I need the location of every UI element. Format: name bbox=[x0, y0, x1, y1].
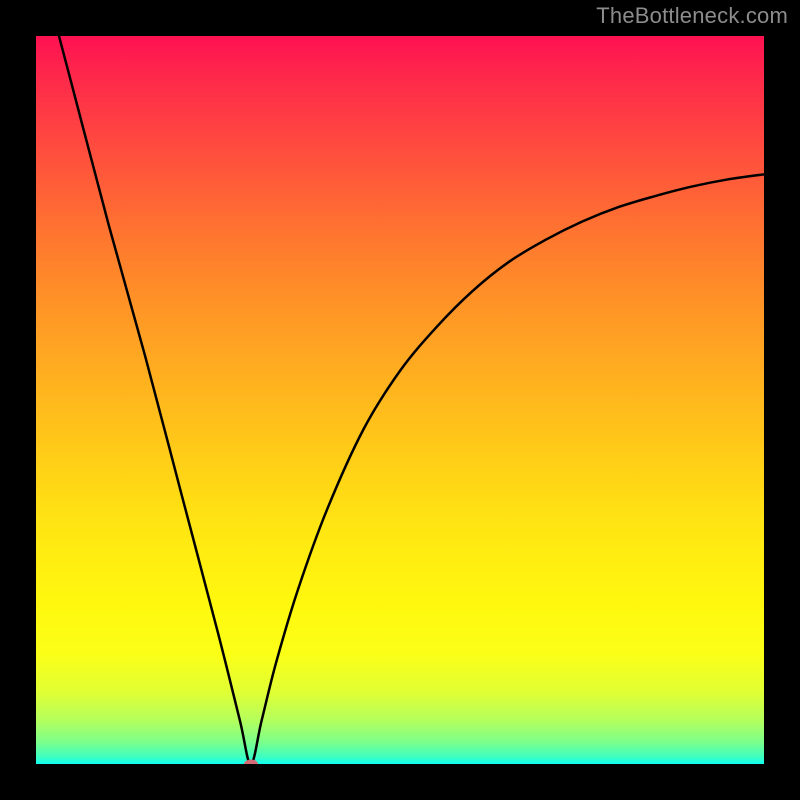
watermark: TheBottleneck.com bbox=[596, 3, 788, 29]
plot-area bbox=[36, 36, 764, 764]
bottleneck-curve bbox=[36, 36, 764, 764]
minimum-marker bbox=[244, 760, 258, 765]
chart-frame: TheBottleneck.com bbox=[0, 0, 800, 800]
